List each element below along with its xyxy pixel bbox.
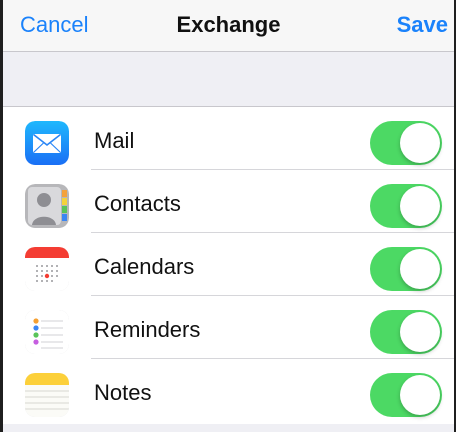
toggle-knob xyxy=(400,186,440,226)
list-item-contacts: Contacts xyxy=(3,170,454,233)
notes-toggle[interactable] xyxy=(370,373,442,417)
reminders-icon xyxy=(25,310,69,354)
notes-icon xyxy=(25,373,69,417)
toggle-knob xyxy=(400,375,440,415)
list-item-mail: Mail xyxy=(3,107,454,170)
calendars-icon xyxy=(25,247,69,291)
navigation-bar: Cancel Exchange Save xyxy=(3,0,454,52)
sync-options-list: Mail Contacts Calendars Reminders Notes xyxy=(3,106,454,425)
toggle-knob xyxy=(400,123,440,163)
list-item-reminders: Reminders xyxy=(3,296,454,359)
row-label-contacts: Contacts xyxy=(94,191,181,216)
contacts-icon xyxy=(25,184,69,228)
list-item-calendars: Calendars xyxy=(3,233,454,296)
calendars-toggle[interactable] xyxy=(370,247,442,291)
page-title: Exchange xyxy=(176,12,281,37)
reminders-toggle[interactable] xyxy=(370,310,442,354)
mail-toggle[interactable] xyxy=(370,121,442,165)
toggle-knob xyxy=(400,249,440,289)
row-label-mail: Mail xyxy=(94,128,135,153)
list-item-notes: Notes xyxy=(3,359,454,422)
toggle-knob xyxy=(400,312,440,352)
contacts-toggle[interactable] xyxy=(370,184,442,228)
save-button[interactable]: Save xyxy=(397,12,448,38)
mail-icon xyxy=(25,121,69,165)
row-label-reminders: Reminders xyxy=(94,317,201,342)
footer-band xyxy=(3,424,454,432)
row-label-calendars: Calendars xyxy=(94,254,195,279)
settings-screen: Cancel Exchange Save Mail Contacts Calen… xyxy=(0,0,456,432)
row-label-notes: Notes xyxy=(94,380,152,405)
